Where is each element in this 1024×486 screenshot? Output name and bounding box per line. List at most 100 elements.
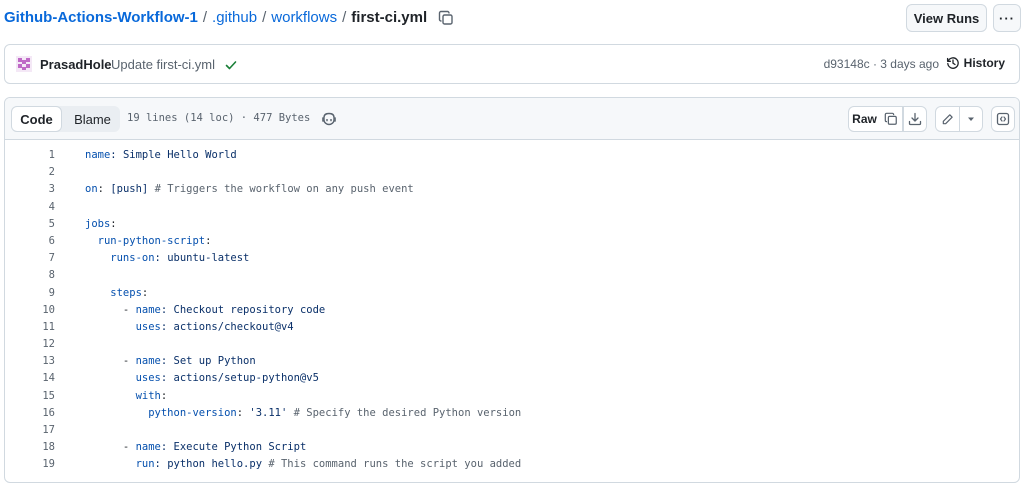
pencil-icon[interactable]: [935, 106, 960, 132]
line-text: python-version: '3.11' # Specify the des…: [85, 405, 521, 422]
avatar[interactable]: [16, 56, 32, 72]
code-line: 14 uses: actions/setup-python@v5: [5, 370, 1019, 387]
chevron-down-icon[interactable]: [959, 106, 983, 132]
code-token: : ubuntu-latest: [154, 252, 250, 265]
file-actions: Raw: [848, 106, 984, 132]
file-info: 19 lines (14 loc) · 477 Bytes: [127, 112, 311, 124]
line-number[interactable]: 9: [5, 285, 55, 302]
code-token: name: [85, 149, 111, 161]
code-token: on: [85, 183, 98, 196]
code-token: :: [205, 234, 212, 247]
line-number[interactable]: 14: [5, 370, 55, 387]
line-text: - name: Checkout repository code: [85, 302, 325, 319]
line-number[interactable]: 12: [5, 336, 55, 353]
file-header: Github-Actions-Workflow-1 / .github / wo…: [0, 0, 1024, 36]
code-token: :: [110, 217, 117, 230]
code-token: :: [97, 183, 111, 196]
code-line: 15 with:: [5, 388, 1019, 405]
line-text: runs-on: ubuntu-latest: [85, 250, 249, 267]
code-line: 6 run-python-script:: [5, 233, 1019, 250]
line-number[interactable]: 2: [5, 164, 55, 181]
code-token: : Set up Python: [160, 355, 256, 368]
line-text: uses: actions/setup-python@v5: [85, 370, 319, 387]
code-line: 5 jobs:: [5, 216, 1019, 233]
line-number[interactable]: 19: [5, 456, 55, 473]
commit-author-link[interactable]: PrasadHole: [40, 57, 112, 72]
code-token: -: [85, 355, 136, 368]
code-line: 1 name: Simple Hello World: [5, 147, 1019, 164]
code-token: : actions/setup-python@v5: [160, 372, 319, 385]
line-number[interactable]: 5: [5, 216, 55, 233]
code-token: [push]: [110, 183, 149, 196]
line-number[interactable]: 6: [5, 233, 55, 250]
commit-sha-and-time[interactable]: d93148c · 3 days ago: [824, 57, 939, 71]
breadcrumb-separator: /: [202, 9, 208, 26]
line-number[interactable]: 17: [5, 422, 55, 439]
history-icon: [946, 57, 959, 69]
line-number[interactable]: 7: [5, 250, 55, 267]
check-icon[interactable]: [224, 58, 238, 72]
copy-raw-icon[interactable]: [880, 106, 903, 132]
code-token: :: [160, 389, 168, 402]
code-token: python-version: [85, 406, 237, 419]
code-token: runs-on: [85, 252, 155, 265]
more-options-button[interactable]: ···: [993, 4, 1021, 32]
symbols-panel-icon[interactable]: [991, 106, 1015, 132]
raw-button[interactable]: Raw: [848, 106, 881, 132]
code-token: : actions/checkout@v4: [160, 320, 294, 333]
code-token: steps: [85, 286, 142, 299]
line-number[interactable]: 18: [5, 439, 55, 456]
view-toggle: Code Blame: [11, 106, 120, 132]
code-line: 3 on: [push] # Triggers the workflow on a…: [5, 181, 1019, 198]
copilot-icon[interactable]: [321, 111, 337, 127]
tab-blame[interactable]: Blame: [65, 106, 120, 132]
breadcrumb: Github-Actions-Workflow-1 / .github / wo…: [4, 9, 455, 27]
line-number[interactable]: 1: [5, 147, 55, 164]
code-token: '3.11': [249, 406, 288, 419]
line-text: - name: Execute Python Script: [85, 439, 306, 456]
line-number[interactable]: 10: [5, 302, 55, 319]
code-token: :: [236, 406, 250, 419]
history-button[interactable]: History: [946, 56, 1005, 70]
latest-commit-bar: PrasadHole Update first-ci.yml d93148c ·…: [4, 44, 1020, 84]
line-number[interactable]: 8: [5, 267, 55, 284]
code-token: # This command runs the script you added: [262, 458, 522, 471]
view-runs-button[interactable]: View Runs: [906, 4, 987, 32]
code-token: with: [85, 389, 161, 402]
code-line: 13 - name: Set up Python: [5, 353, 1019, 370]
breadcrumb-workflows-link[interactable]: workflows: [271, 9, 337, 27]
line-number[interactable]: 4: [5, 199, 55, 216]
line-text: on: [push] # Triggers the workflow on an…: [85, 181, 414, 198]
tab-code[interactable]: Code: [11, 106, 62, 132]
code-token: # Triggers the workflow on any push even…: [148, 183, 414, 196]
line-text: with:: [85, 388, 168, 405]
line-number[interactable]: 16: [5, 405, 55, 422]
code-token: : Simple Hello World: [110, 149, 237, 161]
line-number[interactable]: 15: [5, 388, 55, 405]
line-number[interactable]: 13: [5, 353, 55, 370]
code-token: jobs: [85, 217, 111, 230]
line-number[interactable]: 11: [5, 319, 55, 336]
code-line: 18 - name: Execute Python Script: [5, 439, 1019, 456]
code-area[interactable]: 1 name: Simple Hello World 2 3 on: [push] # …: [5, 147, 1019, 474]
code-line: 19 run: python hello.py # This command r…: [5, 456, 1019, 473]
line-text: run-python-script:: [85, 233, 212, 250]
code-line: 12: [5, 336, 1019, 353]
download-icon[interactable]: [903, 106, 927, 132]
code-token: : python hello.py: [154, 458, 263, 471]
line-text: jobs:: [85, 216, 117, 233]
code-token: run: [85, 458, 155, 471]
breadcrumb-separator: /: [342, 9, 347, 26]
code-line: 16 python-version: '3.11' # Specify the …: [5, 405, 1019, 422]
line-text: run: python hello.py # This command runs…: [85, 456, 522, 473]
file-viewer: Code Blame 19 lines (14 loc) · 477 Bytes…: [4, 97, 1020, 483]
code-line: 9 steps:: [5, 285, 1019, 302]
commit-message-link[interactable]: Update first-ci.yml: [111, 57, 215, 72]
breadcrumb-github-link[interactable]: .github: [212, 9, 257, 27]
line-text: - name: Set up Python: [85, 353, 256, 370]
line-number[interactable]: 3: [5, 181, 55, 198]
code-token: uses: [85, 320, 161, 333]
code-line: 17: [5, 422, 1019, 439]
breadcrumb-repo-link[interactable]: Github-Actions-Workflow-1: [4, 9, 198, 27]
copy-path-icon[interactable]: [437, 9, 455, 27]
